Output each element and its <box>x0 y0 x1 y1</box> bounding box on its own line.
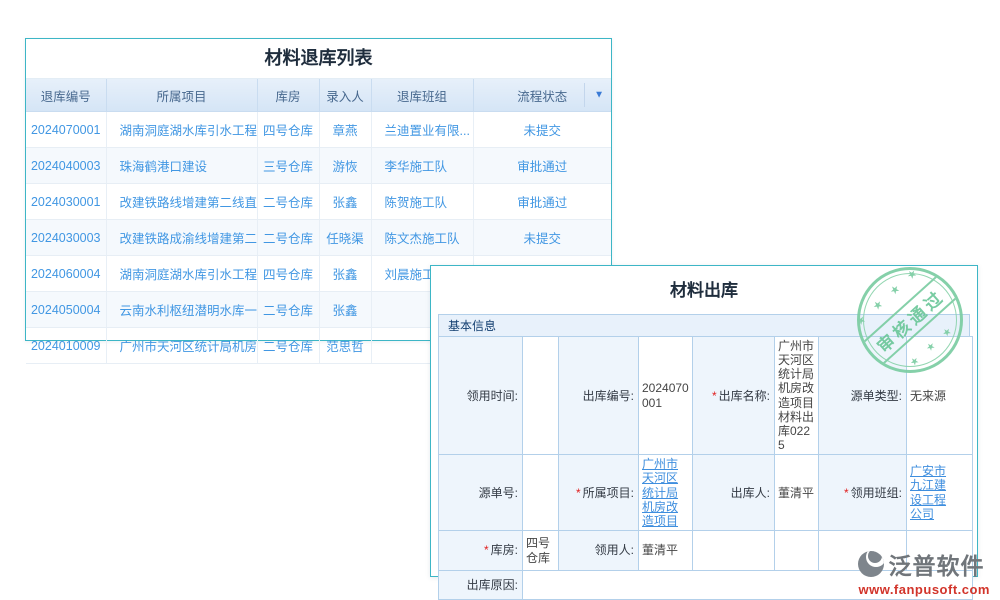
outbound-name-value[interactable]: 广州市天河区统计局机房改造项目材料出库0225 <box>775 337 819 455</box>
cell-warehouse: 二号仓库 <box>257 292 319 328</box>
cell-team: 兰迪置业有限... <box>371 112 473 148</box>
outbound-form-panel: 材料出库 基本信息 领用时间: 出库编号: 2024070001 *出库名称: … <box>430 265 978 577</box>
col-header-warehouse: 库房 <box>257 79 319 112</box>
status-header-label: 流程状态 <box>517 90 567 104</box>
source-no-label: 源单号: <box>439 455 523 531</box>
outbound-no-label: 出库编号: <box>559 337 639 455</box>
required-asterisk: * <box>484 543 489 557</box>
cell-entry-by: 章燕 <box>319 112 371 148</box>
outbound-name-label: *出库名称: <box>693 337 775 455</box>
project-value: 广州市天河区统计局机房改造项目 <box>639 455 693 531</box>
cell-entry-by: 游恢 <box>319 148 371 184</box>
table-header-row: 退库编号 所属项目 库房 录入人 退库班组 流程状态 ▼ <box>26 79 611 112</box>
cell-status: 审批通过 <box>473 148 611 184</box>
cell-return-id[interactable]: 2024010009 <box>26 328 106 364</box>
col-header-team: 退库班组 <box>371 79 473 112</box>
cell-project: 改建铁路成渝线增建第二... <box>106 220 257 256</box>
outbound-person-label: 出库人: <box>693 455 775 531</box>
cell-entry-by: 张鑫 <box>319 184 371 220</box>
cell-status: 未提交 <box>473 220 611 256</box>
usage-team-value: 广安市九江建设工程公司 <box>907 455 973 531</box>
empty-cell <box>775 531 819 571</box>
vendor-logo: 泛普软件 www.fanpusoft.com <box>858 547 990 597</box>
return-list-title: 材料退库列表 <box>26 39 611 79</box>
table-row[interactable]: 2024070001 湖南洞庭湖水库引水工程... 四号仓库 章燕 兰迪置业有限… <box>26 112 611 148</box>
cell-warehouse: 四号仓库 <box>257 112 319 148</box>
cell-project: 珠海鹤港口建设 <box>106 148 257 184</box>
col-header-return-id: 退库编号 <box>26 79 106 112</box>
cell-entry-by: 任晓渠 <box>319 220 371 256</box>
cell-project: 湖南洞庭湖水库引水工程... <box>106 112 257 148</box>
required-asterisk: * <box>576 486 581 500</box>
warehouse-label: *库房: <box>439 531 523 571</box>
outbound-form-title: 材料出库 <box>431 266 977 314</box>
cell-entry-by: 张鑫 <box>319 256 371 292</box>
empty-cell <box>693 531 775 571</box>
vendor-url: www.fanpusoft.com <box>858 582 990 597</box>
cell-entry-by: 张鑫 <box>319 292 371 328</box>
cell-project: 改建铁路线增建第二线直... <box>106 184 257 220</box>
usage-time-label: 领用时间: <box>439 337 523 455</box>
source-type-label: 源单类型: <box>819 337 907 455</box>
basic-info-section-header: 基本信息 <box>438 314 970 337</box>
cell-project: 云南水利枢纽潜明水库一... <box>106 292 257 328</box>
col-header-status: 流程状态 ▼ <box>473 79 611 112</box>
cell-warehouse: 二号仓库 <box>257 184 319 220</box>
cell-warehouse: 二号仓库 <box>257 220 319 256</box>
table-row[interactable]: 2024030001 改建铁路线增建第二线直... 二号仓库 张鑫 陈贺施工队 … <box>26 184 611 220</box>
cell-return-id[interactable]: 2024030001 <box>26 184 106 220</box>
col-header-entry-by: 录入人 <box>319 79 371 112</box>
cell-project: 广州市天河区统计局机房... <box>106 328 257 364</box>
vendor-logo-icon <box>858 551 884 577</box>
cell-team: 陈贺施工队 <box>371 184 473 220</box>
outbound-person-value: 董清平 <box>775 455 819 531</box>
cell-warehouse: 三号仓库 <box>257 148 319 184</box>
reason-label: 出库原因: <box>439 571 523 600</box>
table-row[interactable]: 2024030003 改建铁路成渝线增建第二... 二号仓库 任晓渠 陈文杰施工… <box>26 220 611 256</box>
cell-return-id[interactable]: 2024030003 <box>26 220 106 256</box>
cell-return-id[interactable]: 2024070001 <box>26 112 106 148</box>
cell-return-id[interactable]: 2024040003 <box>26 148 106 184</box>
warehouse-value[interactable]: 四号仓库 <box>523 531 559 571</box>
source-no-value <box>523 455 559 531</box>
cell-project: 湖南洞庭湖水库引水工程... <box>106 256 257 292</box>
usage-team-label: *领用班组: <box>819 455 907 531</box>
usage-person-value: 董清平 <box>639 531 693 571</box>
cell-status: 审批通过 <box>473 184 611 220</box>
cell-status: 未提交 <box>473 112 611 148</box>
status-filter-dropdown-icon[interactable]: ▼ <box>594 90 604 101</box>
col-header-project: 所属项目 <box>106 79 257 112</box>
usage-person-label: 领用人: <box>559 531 639 571</box>
source-type-value: 无来源 <box>907 337 973 455</box>
required-asterisk: * <box>844 486 849 500</box>
usage-team-link[interactable]: 广安市九江建设工程公司 <box>910 464 950 521</box>
cell-return-id[interactable]: 2024050004 <box>26 292 106 328</box>
outbound-no-value: 2024070001 <box>639 337 693 455</box>
project-link[interactable]: 广州市天河区统计局机房改造项目 <box>642 457 678 528</box>
cell-team: 李华施工队 <box>371 148 473 184</box>
vendor-name: 泛普软件 <box>888 547 984 581</box>
required-asterisk: * <box>712 389 717 403</box>
usage-time-value[interactable] <box>523 337 559 455</box>
cell-return-id[interactable]: 2024060004 <box>26 256 106 292</box>
cell-team: 陈文杰施工队 <box>371 220 473 256</box>
header-divider <box>584 83 585 107</box>
project-label: *所属项目: <box>559 455 639 531</box>
cell-entry-by: 范思哲 <box>319 328 371 364</box>
cell-warehouse: 四号仓库 <box>257 256 319 292</box>
cell-warehouse: 二号仓库 <box>257 328 319 364</box>
table-row[interactable]: 2024040003 珠海鹤港口建设 三号仓库 游恢 李华施工队 审批通过 <box>26 148 611 184</box>
